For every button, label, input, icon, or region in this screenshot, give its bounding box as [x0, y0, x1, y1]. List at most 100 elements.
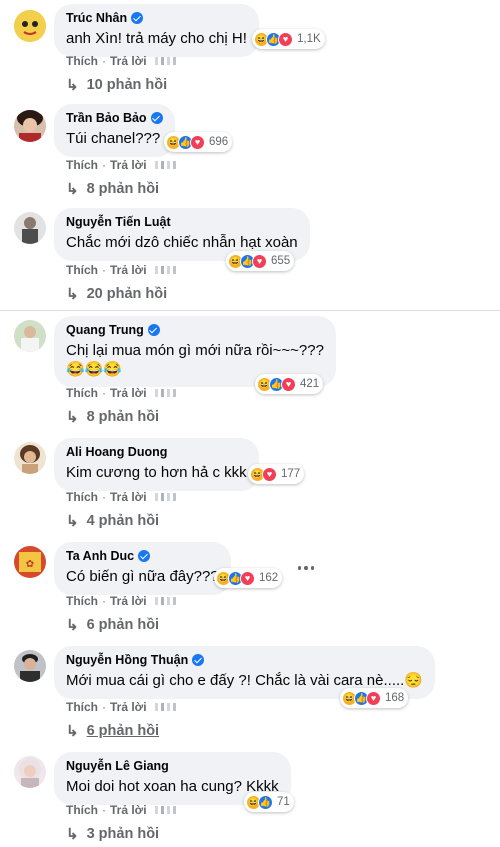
- timestamp-pixelated: [154, 806, 179, 814]
- verified-badge-icon: [150, 112, 163, 124]
- reply-arrow-icon: ↳: [66, 286, 79, 303]
- reaction-summary[interactable]: 😆 👍 ♥ 655: [226, 251, 295, 271]
- replies-count: 10 phản hồi: [86, 77, 168, 93]
- comment-bubble: Ta Anh Duc Có biến gì nữa đây???: [54, 542, 231, 595]
- reply-button[interactable]: Trả lời: [110, 594, 147, 608]
- reaction-summary[interactable]: 😆 👍 ♥ 1,1K: [252, 29, 325, 49]
- commenter-name[interactable]: Trần Bảo Bảo: [66, 111, 147, 125]
- commenter-name[interactable]: Ta Anh Duc: [66, 549, 134, 563]
- timestamp-pixelated: [154, 266, 179, 274]
- reply-button[interactable]: Trả lời: [110, 700, 147, 714]
- timestamp-pixelated: [154, 597, 179, 605]
- replies-count: 8 phản hồi: [86, 409, 160, 425]
- reply-button[interactable]: Trả lời: [110, 490, 147, 504]
- action-separator: ·: [102, 386, 106, 400]
- reply-arrow-icon: ↳: [66, 617, 79, 634]
- verified-badge-icon: [138, 550, 151, 562]
- avatar[interactable]: [14, 212, 46, 244]
- reaction-summary[interactable]: 😆 👍 ♥ 168: [340, 688, 409, 708]
- avatar[interactable]: [14, 10, 46, 42]
- timestamp-pixelated: [154, 161, 179, 169]
- verified-badge-icon: [131, 12, 144, 24]
- timestamp-pixelated: [154, 389, 179, 397]
- like-button[interactable]: Thích: [66, 158, 98, 172]
- reaction-count: 696: [209, 136, 229, 148]
- reaction-count: 177: [281, 468, 301, 480]
- commenter-name[interactable]: Nguyễn Tiến Luật: [66, 215, 171, 229]
- verified-badge-icon: [192, 654, 205, 666]
- avatar[interactable]: [14, 110, 46, 142]
- view-replies-link[interactable]: ↳ 6 phản hồi: [66, 616, 159, 634]
- replies-count: 3 phản hồi: [86, 826, 160, 842]
- like-button[interactable]: Thích: [66, 54, 98, 68]
- avatar-photo-icon: [14, 442, 46, 474]
- comment-text: Chắc mới dzô chiếc nhẫn hạt xoàn: [66, 234, 298, 251]
- reply-button[interactable]: Trả lời: [110, 158, 147, 172]
- avatar[interactable]: [14, 442, 46, 474]
- like-button[interactable]: Thích: [66, 490, 98, 504]
- action-separator: ·: [102, 803, 106, 817]
- divider: [0, 310, 500, 311]
- like-button[interactable]: Thích: [66, 386, 98, 400]
- commenter-name[interactable]: Nguyễn Hồng Thuận: [66, 653, 188, 667]
- avatar-photo-icon: [14, 650, 46, 682]
- reply-arrow-icon: ↳: [66, 513, 79, 530]
- replies-count: 6 phản hồi: [86, 617, 160, 633]
- like-reaction-icon: 👍: [258, 794, 273, 810]
- avatar-photo-icon: [14, 756, 46, 788]
- view-replies-link[interactable]: ↳ 20 phản hồi: [66, 285, 167, 303]
- reply-button[interactable]: Trả lời: [110, 803, 147, 817]
- reaction-summary[interactable]: 😆 👍 ♥ 421: [255, 374, 324, 394]
- reply-button[interactable]: Trả lời: [110, 386, 147, 400]
- reaction-summary[interactable]: 😆 👍 ♥ 162: [214, 568, 283, 588]
- view-replies-link[interactable]: ↳ 8 phản hồi: [66, 180, 159, 198]
- comment-actions: Thích · Trả lời: [66, 263, 179, 277]
- view-replies-link[interactable]: ↳ 6 phản hồi: [66, 722, 159, 740]
- love-reaction-icon: ♥: [252, 253, 267, 269]
- replies-count: 6 phản hồi: [86, 723, 160, 739]
- like-button[interactable]: Thích: [66, 263, 98, 277]
- replies-count: 20 phản hồi: [86, 286, 168, 302]
- view-replies-link[interactable]: ↳ 4 phản hồi: [66, 512, 159, 530]
- commenter-name[interactable]: Trúc Nhân: [66, 11, 127, 25]
- action-separator: ·: [102, 594, 106, 608]
- love-reaction-icon: ♥: [240, 570, 255, 586]
- comment-actions: Thích · Trả lời: [66, 54, 179, 68]
- commenter-name[interactable]: Nguyễn Lê Giang: [66, 759, 169, 773]
- love-reaction-icon: ♥: [281, 376, 296, 392]
- avatar[interactable]: [14, 320, 46, 352]
- like-button[interactable]: Thích: [66, 700, 98, 714]
- like-button[interactable]: Thích: [66, 594, 98, 608]
- view-replies-link[interactable]: ↳ 3 phản hồi: [66, 825, 159, 843]
- comment-text: Chị lại mua món gì mới nữa rồi~~~???: [66, 342, 324, 359]
- avatar-photo-icon: ✿: [14, 546, 46, 578]
- reaction-summary[interactable]: 😆 ♥ 177: [248, 464, 305, 484]
- commenter-name[interactable]: Ali Hoang Duong: [66, 445, 167, 459]
- avatar-photo-icon: [14, 320, 46, 352]
- avatar[interactable]: ✿: [14, 546, 46, 578]
- reaction-count: 71: [277, 796, 290, 808]
- reaction-count: 421: [300, 378, 320, 390]
- view-replies-link[interactable]: ↳ 8 phản hồi: [66, 408, 159, 426]
- reply-button[interactable]: Trả lời: [110, 54, 147, 68]
- comment-actions: Thích · Trả lời: [66, 803, 179, 817]
- reply-arrow-icon: ↳: [66, 723, 79, 740]
- reaction-summary[interactable]: 😆 👍 ♥ 696: [164, 132, 233, 152]
- avatar[interactable]: [14, 756, 46, 788]
- like-button[interactable]: Thích: [66, 803, 98, 817]
- comment-actions: Thích · Trả lời: [66, 594, 179, 608]
- comment-actions: Thích · Trả lời: [66, 700, 179, 714]
- replies-count: 4 phản hồi: [86, 513, 160, 529]
- reaction-count: 168: [385, 692, 405, 704]
- comment-text: anh Xìn! trả máy cho chị H!: [66, 30, 247, 47]
- avatar-photo-icon: [14, 110, 46, 142]
- reaction-summary[interactable]: 😆 👍 71: [244, 792, 294, 812]
- more-options-icon[interactable]: [298, 566, 314, 572]
- view-replies-link[interactable]: ↳ 10 phản hồi: [66, 76, 167, 94]
- timestamp-pixelated: [154, 493, 179, 501]
- commenter-name[interactable]: Quang Trung: [66, 323, 144, 337]
- reaction-count: 655: [271, 255, 291, 267]
- action-separator: ·: [102, 158, 106, 172]
- avatar[interactable]: [14, 650, 46, 682]
- reply-button[interactable]: Trả lời: [110, 263, 147, 277]
